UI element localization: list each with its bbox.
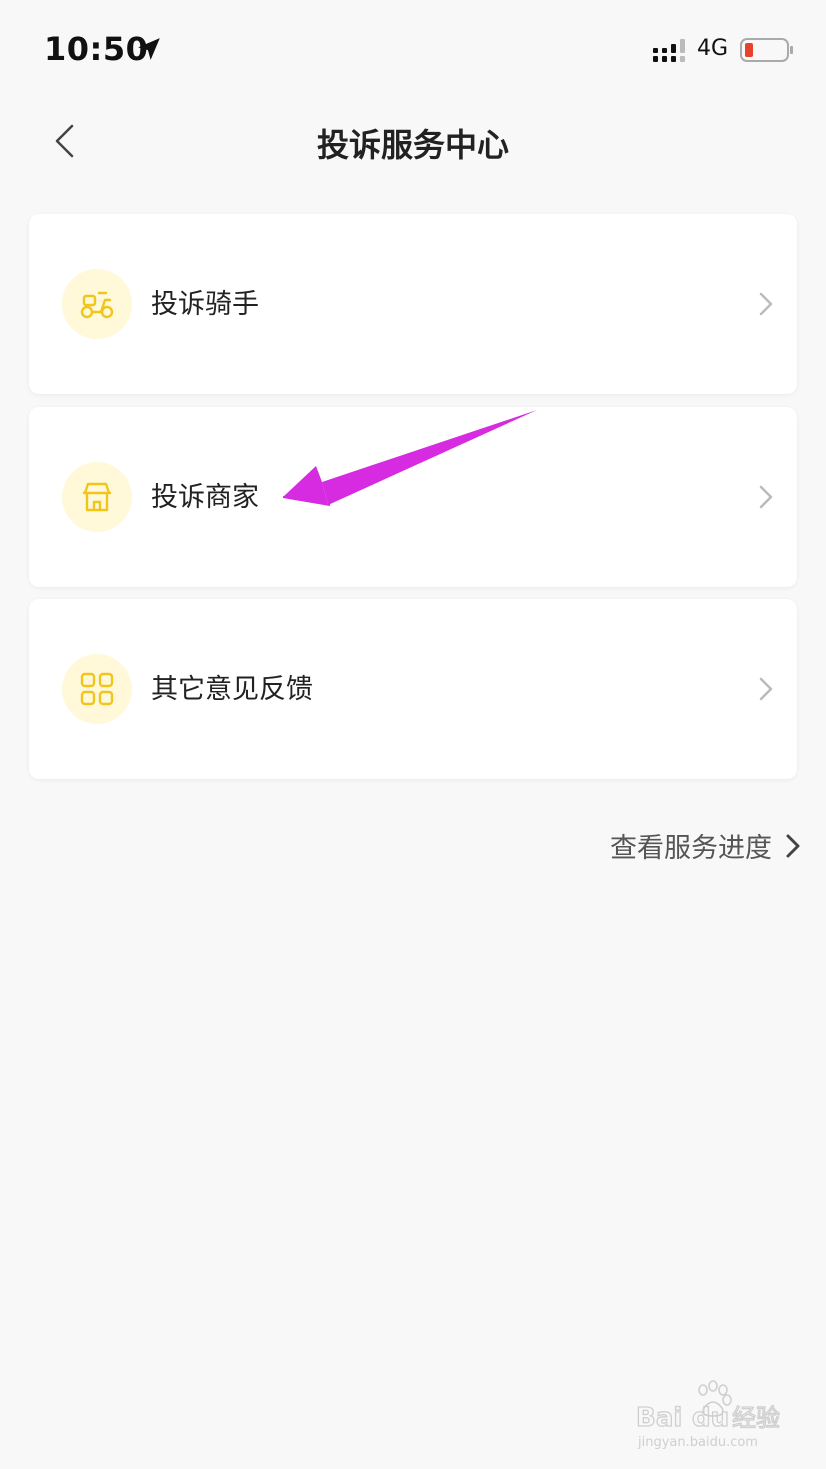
menu-item-complain-merchant[interactable]: 投诉商家 — [29, 407, 797, 587]
menu-item-label: 投诉骑手 — [151, 289, 259, 320]
signal-strength-icon — [653, 39, 685, 62]
menu-item-other-feedback[interactable]: 其它意见反馈 — [29, 599, 797, 779]
store-icon — [82, 482, 112, 512]
svg-text:du: du — [692, 1403, 729, 1433]
network-type: 4G — [697, 36, 729, 61]
chevron-right-icon — [786, 834, 800, 857]
baidu-watermark-logo: Bai du 经验 jingyan.baidu.com — [635, 1380, 781, 1450]
chevron-right-icon — [759, 485, 773, 509]
menu-item-label: 投诉商家 — [151, 482, 259, 513]
icon-circle — [62, 462, 132, 532]
page-title: 投诉服务中心 — [316, 126, 509, 164]
svg-text:经验: 经验 — [732, 1404, 780, 1432]
view-progress-link[interactable]: 查看服务进度 — [610, 826, 804, 865]
scooter-icon — [80, 291, 114, 319]
status-time: 10:50 — [44, 30, 149, 68]
location-arrow-icon — [138, 38, 160, 60]
grid-icon — [80, 672, 114, 706]
chevron-right-icon — [759, 292, 773, 316]
chevron-right-icon — [759, 677, 773, 701]
view-progress-label: 查看服务进度 — [610, 833, 772, 864]
menu-item-complain-rider[interactable]: 投诉骑手 — [29, 214, 797, 394]
battery-icon — [740, 38, 793, 62]
menu-item-label: 其它意见反馈 — [151, 674, 313, 705]
status-bar: 10:50 4G — [0, 0, 826, 96]
svg-text:Bai: Bai — [636, 1403, 682, 1433]
nav-bar: 投诉服务中心 — [0, 96, 826, 186]
svg-text:jingyan.baidu.com: jingyan.baidu.com — [637, 1435, 758, 1450]
icon-circle — [62, 269, 132, 339]
icon-circle — [62, 654, 132, 724]
